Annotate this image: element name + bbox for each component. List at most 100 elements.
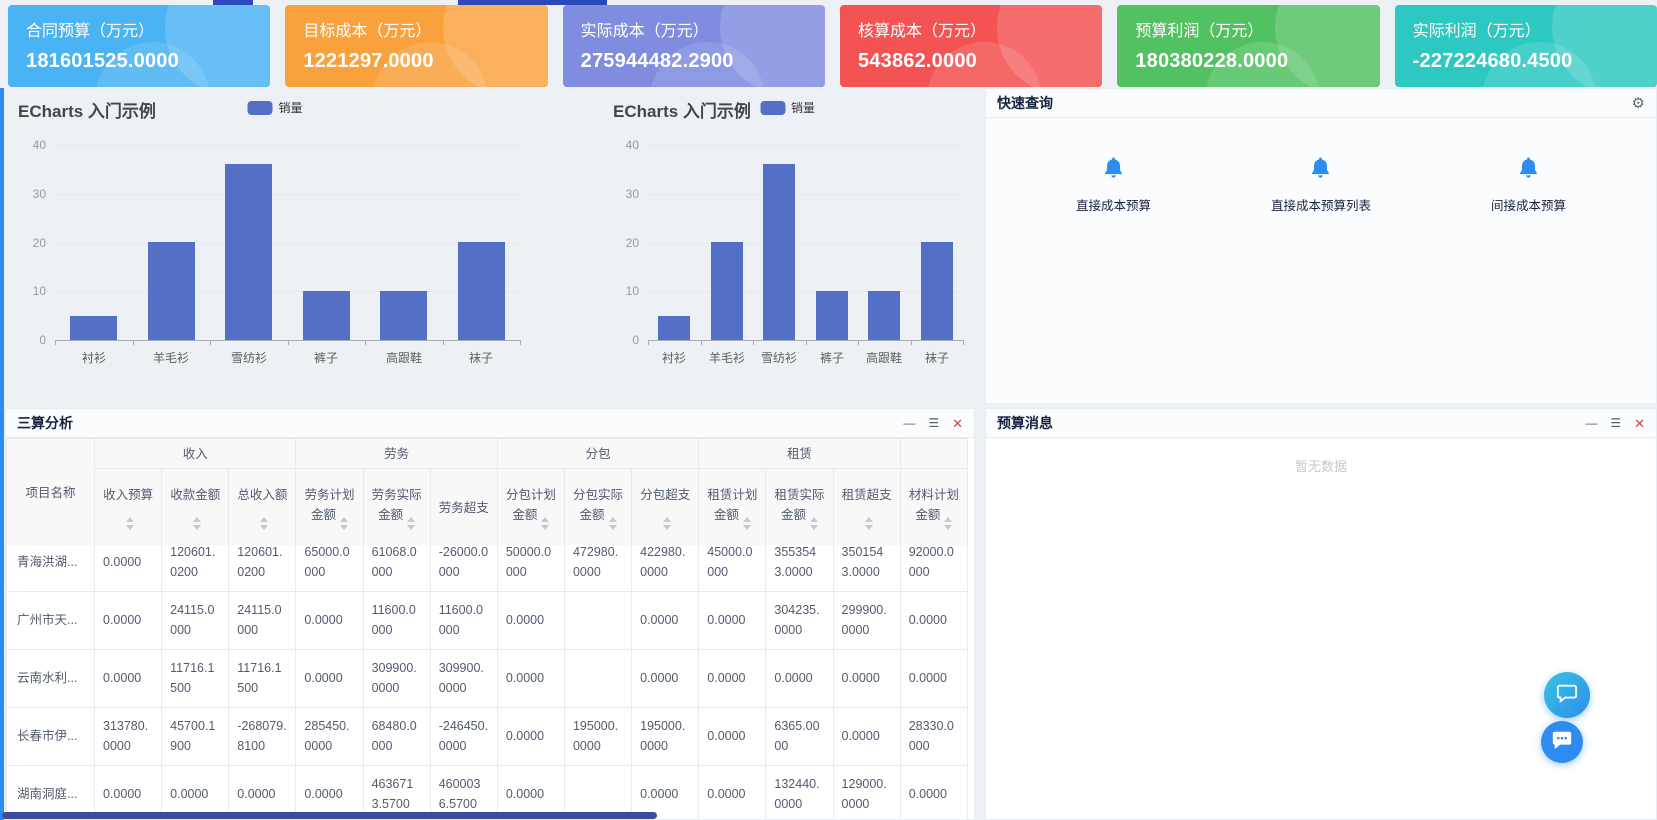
column-group-header: 劳务	[296, 439, 497, 469]
left-accent-strip	[0, 88, 4, 820]
column-header-label: 租赁计划	[701, 485, 763, 505]
value-cell: 132440.0000	[766, 766, 833, 820]
project-name-cell: 广州市天...	[7, 592, 95, 650]
minimize-icon[interactable]: —	[903, 417, 915, 429]
quick-query-item-label: 直接成本预算	[1076, 195, 1151, 214]
column-header-label: 收入预算	[97, 485, 159, 505]
float-button-service[interactable]	[1544, 672, 1590, 718]
value-cell: 0.0000	[95, 592, 162, 650]
sort-carets-icon	[810, 517, 818, 530]
column-header[interactable]: 租赁计划金额	[699, 469, 766, 547]
table-row: 云南水利...0.000011716.150011716.15000.00003…	[7, 650, 968, 708]
chart-title: ECharts 入门示例	[18, 97, 156, 122]
column-header[interactable]: 劳务计划金额	[296, 469, 363, 547]
value-cell: 0.0000	[766, 650, 833, 708]
x-axis-category-label: 袜子	[925, 349, 949, 366]
x-axis-category-label: 羊毛衫	[153, 349, 189, 366]
sort-carets-icon	[743, 517, 751, 530]
column-group-header: 收入	[95, 439, 296, 469]
column-header-label: 劳务实际	[366, 485, 428, 505]
legend-swatch-icon	[760, 101, 785, 115]
column-header[interactable]: 租赁实际金额	[766, 469, 833, 547]
stat-card: 预算利润（万元）180380228.0000	[1117, 5, 1379, 87]
value-cell: 24115.0000	[229, 592, 296, 650]
sort-carets-icon	[541, 517, 549, 530]
column-header-sublabel: 金额	[701, 505, 763, 530]
value-cell: 3501543.0000	[833, 545, 900, 592]
column-header[interactable]: 材料计划金额	[900, 469, 967, 547]
value-cell: -26000.0000	[430, 545, 497, 592]
axis-tick-mark	[753, 340, 754, 345]
legend-swatch-icon	[247, 101, 272, 115]
y-axis-tick-label: 40	[626, 138, 648, 152]
stat-card-value: 543862.0000	[858, 50, 1084, 73]
menu-icon[interactable]: ☰	[1610, 417, 1621, 429]
column-header[interactable]: 租赁超支	[833, 469, 900, 547]
column-header[interactable]: 分包实际金额	[564, 469, 631, 547]
column-header[interactable]: 分包超支	[632, 469, 699, 547]
value-cell: 309900.0000	[363, 650, 430, 708]
quick-query-header: 快速查询 ⚙	[986, 89, 1656, 118]
minimize-icon[interactable]: —	[1585, 417, 1597, 429]
value-cell	[564, 650, 631, 708]
x-axis-category-label: 雪纺衫	[231, 349, 267, 366]
stat-card: 合同预算（万元） 181601525.0000	[8, 5, 270, 87]
column-header-label: 劳务超支	[433, 498, 495, 518]
stat-card-label: 实际利润（万元）	[1413, 17, 1639, 41]
chart-bar	[148, 242, 195, 340]
column-header[interactable]: 总收入额	[229, 469, 296, 547]
quick-query-item[interactable]: 间接成本预算	[1491, 156, 1566, 214]
value-cell: 0.0000	[632, 766, 699, 820]
quick-query-item-label: 直接成本预算列表	[1271, 195, 1371, 214]
column-header[interactable]: 收款金额	[162, 469, 229, 547]
axis-tick-mark	[648, 340, 649, 345]
stat-card-label: 实际成本（万元）	[581, 17, 807, 41]
horizontal-scrollbar-thumb[interactable]	[2, 812, 657, 819]
stat-card: 核算成本（万元）543862.0000	[840, 5, 1102, 87]
stat-card-value: 181601525.0000	[26, 50, 252, 73]
column-header[interactable]: 分包计划金额	[497, 469, 564, 547]
project-name-cell: 湖南洞庭...	[7, 766, 95, 820]
gear-icon[interactable]: ⚙	[1632, 96, 1645, 111]
value-cell: 0.0000	[632, 650, 699, 708]
gridline	[55, 194, 520, 195]
column-header[interactable]: 劳务实际金额	[363, 469, 430, 547]
column-header-label: 分包超支	[634, 485, 696, 505]
value-cell: 50000.0000	[497, 545, 564, 592]
value-cell: 0.0000	[833, 708, 900, 766]
value-cell: 65000.0000	[296, 545, 363, 592]
axis-tick-mark	[963, 340, 964, 345]
value-cell: 3553543.0000	[766, 545, 833, 592]
messages-header: 预算消息 —☰✕	[986, 409, 1656, 438]
value-cell: 11716.1500	[229, 650, 296, 708]
column-header[interactable]: 收入预算	[95, 469, 162, 547]
chart-bar	[303, 291, 350, 340]
x-axis-category-label: 羊毛衫	[709, 349, 745, 366]
y-axis-tick-label: 40	[33, 138, 55, 152]
value-cell: 0.0000	[95, 766, 162, 820]
y-axis-tick-label: 30	[626, 187, 648, 201]
sort-carets-icon	[609, 517, 617, 530]
value-cell: 313780.0000	[95, 708, 162, 766]
empty-data-text: 暂无数据	[986, 456, 1656, 475]
value-cell: 0.0000	[900, 650, 967, 708]
float-button-chat[interactable]	[1541, 721, 1583, 763]
menu-icon[interactable]: ☰	[928, 417, 939, 429]
x-axis-category-label: 裤子	[314, 349, 338, 366]
chart-legend[interactable]: 销量	[247, 99, 302, 116]
stat-card-label: 合同预算（万元）	[26, 17, 252, 41]
close-icon[interactable]: ✕	[952, 417, 963, 430]
analysis-table-header: 项目名称收入劳务分包租赁收入预算收款金额总收入额劳务计划金额劳务实际金额劳务超支…	[6, 438, 974, 547]
quick-query-item[interactable]: 直接成本预算	[1076, 156, 1151, 214]
sales-bar-chart-1: ECharts 入门示例销量010203040衬衫羊毛衫雪纺衫裤子高跟鞋袜子	[5, 88, 545, 404]
value-cell: 28330.0000	[900, 708, 967, 766]
column-header-sublabel: 金额	[903, 505, 965, 530]
chart-legend[interactable]: 销量	[760, 99, 815, 116]
column-header-label: 材料计划	[903, 485, 965, 505]
quick-query-item[interactable]: 直接成本预算列表	[1271, 156, 1371, 214]
column-header-label: 租赁超支	[836, 485, 898, 505]
close-icon[interactable]: ✕	[1634, 417, 1645, 430]
column-header-label: 收款金额	[164, 485, 226, 505]
y-axis-tick-label: 0	[39, 333, 55, 347]
axis-tick-mark	[443, 340, 444, 345]
